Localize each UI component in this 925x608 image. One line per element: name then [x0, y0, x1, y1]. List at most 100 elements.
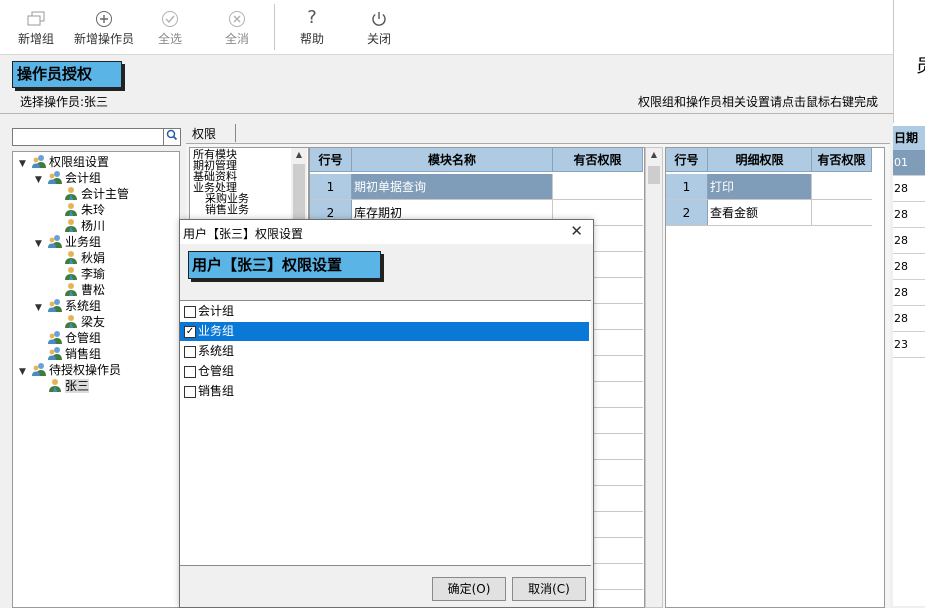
- group-checkbox-row[interactable]: 会计组: [180, 302, 589, 321]
- name-cell[interactable]: 打印: [708, 174, 812, 199]
- group-checkbox-row[interactable]: ✓ 业务组: [180, 322, 589, 341]
- checkbox-unchecked-icon[interactable]: [184, 366, 196, 378]
- tree-root-permission-groups[interactable]: ▼ 权限组设置: [19, 154, 109, 170]
- group-checklist[interactable]: 会计组 ✓ 业务组 系统组 仓管组 销售组: [180, 300, 591, 566]
- expand-chevron-icon[interactable]: ▼: [35, 172, 47, 188]
- tree-operator[interactable]: 朱玲: [51, 202, 105, 218]
- date-column-header: 日期: [893, 126, 925, 150]
- expand-chevron-icon[interactable]: ▼: [19, 156, 31, 172]
- user-group-icon: [47, 330, 63, 344]
- group-checkbox-row[interactable]: 系统组: [180, 342, 589, 361]
- tree-node-label: 待授权操作员: [49, 363, 122, 377]
- group-checkbox-label: 业务组: [198, 324, 235, 338]
- toolbar: 新增组 新增操作员 全选 全消 ? 帮助 关闭: [0, 0, 893, 55]
- user-icon: [63, 282, 79, 296]
- new-group-button[interactable]: 新增组: [4, 6, 68, 52]
- column-header[interactable]: 明细权限: [708, 148, 812, 172]
- name-cell[interactable]: 期初单据查询: [352, 174, 553, 199]
- close-button[interactable]: 关闭: [347, 6, 411, 52]
- cancel-button[interactable]: 取消(C): [512, 577, 586, 601]
- checkbox-checked-icon[interactable]: ✓: [184, 326, 196, 338]
- question-mark-icon: ?: [307, 7, 317, 28]
- checkbox-unchecked-icon[interactable]: [184, 306, 196, 318]
- tree-operator[interactable]: 杨川: [51, 218, 105, 234]
- scroll-up-icon[interactable]: ▲: [646, 148, 662, 162]
- has-permission-cell[interactable]: [812, 200, 872, 225]
- tree-operator[interactable]: 会计主管: [51, 186, 129, 202]
- help-label: 帮助: [299, 32, 324, 46]
- date-cell: 23: [893, 332, 925, 358]
- column-header[interactable]: 有否权限: [553, 148, 643, 172]
- tree-root-pending-operators[interactable]: ▼ 待授权操作员: [19, 362, 121, 378]
- tree-group[interactable]: ▼ 业务组: [35, 234, 101, 250]
- name-cell[interactable]: 查看金额: [708, 200, 812, 225]
- module-grid-scrollbar[interactable]: ▲: [645, 147, 663, 608]
- column-header[interactable]: 行号: [310, 148, 352, 172]
- table-row[interactable]: 1 打印: [666, 174, 872, 200]
- group-checkbox-label: 会计组: [198, 304, 235, 318]
- page-title: 操作员授权: [12, 61, 122, 88]
- permission-group-tree[interactable]: ▼ 权限组设置 ▼ 会计组 会计主管 朱玲 杨川 ▼ 业务组 秋娟 李瑜 曹松 ▼ 系统组 梁友 仓管组 销售组…: [12, 151, 180, 608]
- background-window-title-fragment: 员: [916, 52, 925, 78]
- scroll-thumb[interactable]: [648, 166, 660, 184]
- scroll-up-icon[interactable]: ▲: [291, 148, 307, 162]
- group-checkbox-label: 仓管组: [198, 364, 235, 378]
- help-button[interactable]: ? 帮助: [280, 6, 344, 52]
- group-checkbox-row[interactable]: 销售组: [180, 382, 589, 401]
- select-all-button[interactable]: 全选: [138, 6, 202, 52]
- user-group-icon: [47, 170, 63, 184]
- tree-group[interactable]: 销售组: [35, 346, 101, 362]
- tree-search-button[interactable]: [163, 128, 181, 146]
- tree-node-label: 秋娟: [81, 251, 106, 265]
- ok-button[interactable]: 确定(O): [432, 577, 506, 601]
- dialog-title-bar: 用户【张三】权限设置 ✕: [180, 220, 593, 244]
- expand-chevron-icon[interactable]: ▼: [35, 300, 47, 316]
- tree-group[interactable]: 仓管组: [35, 330, 101, 346]
- close-label: 关闭: [366, 32, 391, 46]
- new-operator-label: 新增操作员: [73, 32, 134, 46]
- column-header[interactable]: 有否权限: [812, 148, 872, 172]
- user-group-icon: [47, 346, 63, 360]
- tree-node-label: 梁友: [81, 315, 106, 329]
- module-list-item[interactable]: 销售业务: [205, 204, 249, 215]
- deselect-all-button[interactable]: 全消: [205, 6, 269, 52]
- detail-permission-grid[interactable]: 行号 明细权限 有否权限 1 打印 2 查看金额: [665, 147, 885, 608]
- tree-node-label: 会计组: [65, 171, 102, 185]
- new-operator-button[interactable]: 新增操作员: [70, 6, 138, 52]
- tree-operator[interactable]: 梁友: [51, 314, 105, 330]
- tree-node-label: 系统组: [65, 299, 102, 313]
- user-group-icon: [31, 362, 47, 376]
- tab-permissions[interactable]: 权限: [192, 125, 216, 142]
- tree-operator[interactable]: 李瑜: [51, 266, 105, 282]
- row-number-cell: 1: [310, 174, 352, 199]
- has-permission-cell[interactable]: [812, 174, 872, 199]
- tree-node-label: 杨川: [81, 219, 106, 233]
- group-checkbox-row[interactable]: 仓管组: [180, 362, 589, 381]
- column-header[interactable]: 模块名称: [352, 148, 553, 172]
- expand-chevron-icon[interactable]: ▼: [35, 236, 47, 252]
- has-permission-cell[interactable]: [553, 174, 643, 199]
- plus-circle-icon: [70, 6, 138, 30]
- search-icon: [166, 129, 178, 141]
- tree-operator[interactable]: 曹松: [51, 282, 105, 298]
- user-group-icon: [31, 154, 47, 168]
- table-row[interactable]: 1 期初单据查询: [310, 174, 643, 200]
- checkbox-unchecked-icon[interactable]: [184, 346, 196, 358]
- dialog-close-icon[interactable]: ✕: [570, 223, 583, 239]
- tree-group[interactable]: ▼ 系统组: [35, 298, 101, 314]
- scroll-thumb[interactable]: [293, 164, 305, 224]
- tree-search-input[interactable]: [12, 128, 164, 146]
- check-circle-icon: [138, 6, 202, 30]
- tree-pending-operator[interactable]: 张三: [35, 378, 90, 394]
- table-row[interactable]: 2 查看金额: [666, 200, 872, 226]
- background-date-column: 日期 01 28 28 28 28 28 28 23: [893, 123, 925, 606]
- expand-chevron-icon[interactable]: ▼: [19, 364, 31, 380]
- select-all-label: 全选: [157, 32, 182, 46]
- column-header[interactable]: 行号: [666, 148, 708, 172]
- tree-operator[interactable]: 秋娟: [51, 250, 105, 266]
- checkbox-unchecked-icon[interactable]: [184, 386, 196, 398]
- user-icon: [63, 202, 79, 216]
- tree-group[interactable]: ▼ 会计组: [35, 170, 101, 186]
- group-checkbox-label: 系统组: [198, 344, 235, 358]
- dialog-heading: 用户【张三】权限设置: [188, 251, 381, 279]
